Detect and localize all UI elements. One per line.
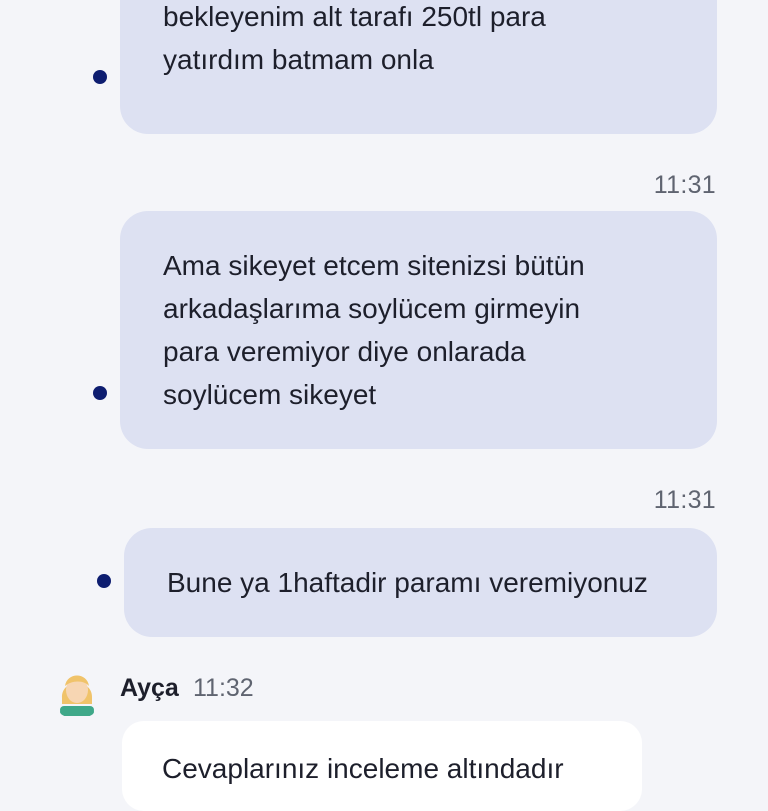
sent-status-dot-icon: [97, 574, 111, 588]
message-text: Ama sikeyet etcem sitenizsi bütün arkada…: [163, 250, 585, 410]
message-text: Cevaplarınız inceleme altındadır: [162, 753, 564, 784]
agent-name: Ayça: [120, 674, 179, 702]
chat-thread: Vermiyoruz değil bari bende bekleyenim a…: [0, 0, 768, 811]
message-text: Vermiyoruz değil bari bende bekleyenim a…: [163, 1, 546, 75]
agent-avatar-icon: [60, 675, 94, 716]
outgoing-message-bubble[interactable]: Ama sikeyet etcem sitenizsi bütün arkada…: [120, 211, 717, 449]
outgoing-message-bubble[interactable]: Vermiyoruz değil bari bende bekleyenim a…: [120, 0, 717, 134]
message-timestamp: 11:31: [653, 486, 716, 514]
message-text: Bune ya 1haftadir paramı veremiyonuz: [167, 567, 648, 598]
incoming-message-bubble[interactable]: Cevaplarınız inceleme altındadır: [122, 721, 642, 811]
sent-status-dot-icon: [93, 386, 107, 400]
outgoing-message-bubble[interactable]: Bune ya 1haftadir paramı veremiyonuz: [124, 528, 717, 637]
message-timestamp: 11:31: [653, 171, 716, 199]
agent-message-timestamp: 11:32: [193, 674, 254, 702]
sent-status-dot-icon: [93, 70, 107, 84]
